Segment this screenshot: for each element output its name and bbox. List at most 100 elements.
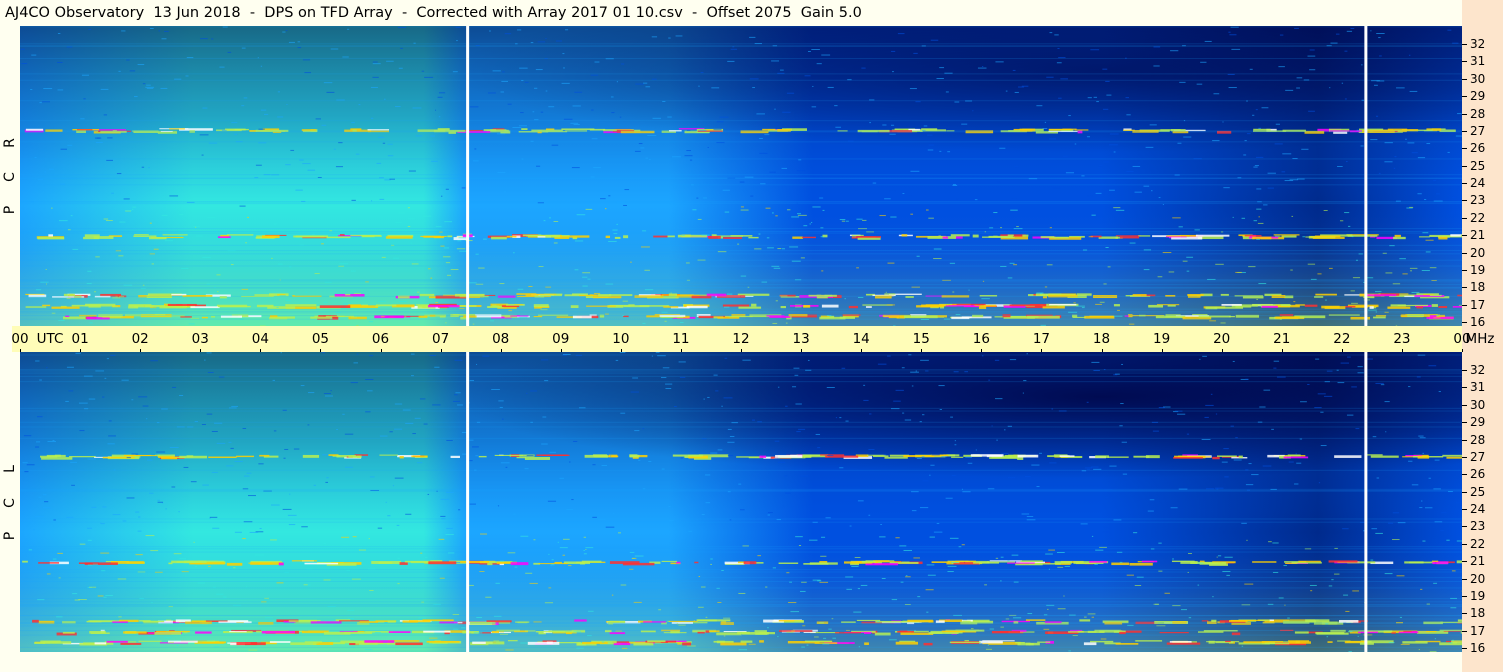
noise-speck — [382, 142, 386, 144]
noise-speck — [1074, 143, 1077, 145]
spectral-line — [20, 201, 1462, 203]
band-segment — [1339, 619, 1359, 623]
noise-speck — [364, 649, 373, 651]
noise-speck — [664, 320, 667, 322]
noise-speck — [573, 123, 580, 125]
noise-speck — [559, 477, 564, 479]
noise-speck — [809, 539, 818, 541]
noise-speck — [1302, 236, 1306, 238]
band-segment — [1460, 631, 1462, 634]
noise-speck — [624, 189, 630, 191]
band-segment — [51, 306, 80, 309]
noise-speck — [123, 198, 130, 200]
lcp-label-c: C — [2, 498, 18, 508]
noise-speck — [303, 584, 308, 586]
frequency-tick-mark — [1462, 509, 1467, 510]
band-segment — [663, 306, 679, 308]
band-segment — [751, 303, 757, 307]
noise-speck — [1196, 83, 1203, 85]
spectral-line — [20, 265, 1462, 267]
frequency-tick-mark — [1462, 130, 1467, 132]
noise-speck — [566, 508, 574, 510]
noise-speck — [613, 513, 615, 515]
noise-speck — [661, 377, 667, 379]
noise-speck — [297, 47, 302, 49]
noise-speck — [37, 178, 44, 180]
noise-speck — [936, 522, 940, 524]
noise-speck — [933, 531, 943, 533]
noise-speck — [928, 144, 935, 146]
noise-speck — [887, 262, 895, 264]
noise-speck — [1186, 270, 1190, 272]
noise-speck — [423, 423, 428, 425]
noise-speck — [519, 125, 528, 127]
noise-speck — [1194, 229, 1200, 231]
noise-speck — [379, 198, 385, 200]
noise-speck — [666, 305, 668, 307]
noise-speck — [533, 621, 542, 623]
band-segment — [720, 642, 747, 646]
noise-speck — [845, 220, 849, 222]
noise-speck — [1106, 94, 1112, 96]
noise-speck — [698, 576, 701, 578]
noise-speck — [1057, 566, 1064, 568]
noise-speck — [412, 433, 416, 435]
band-segment — [1370, 455, 1399, 458]
frequency-tick-mark — [1462, 422, 1467, 424]
spectral-line — [20, 646, 1462, 648]
band-segment — [1252, 561, 1277, 563]
noise-speck — [404, 316, 407, 318]
noise-speck — [1090, 49, 1100, 51]
band-segment — [740, 640, 753, 643]
band-segment — [1450, 234, 1462, 237]
spectral-line — [20, 372, 1462, 374]
noise-speck — [797, 213, 801, 215]
noise-speck — [730, 48, 738, 50]
noise-speck — [389, 431, 393, 433]
noise-speck — [1328, 267, 1333, 269]
noise-speck — [1058, 57, 1066, 59]
noise-speck — [534, 87, 538, 89]
noise-speck — [1409, 267, 1418, 269]
noise-speck — [775, 300, 778, 302]
noise-speck — [877, 363, 887, 365]
band-segment — [928, 620, 934, 623]
noise-speck — [686, 262, 690, 264]
noise-speck — [922, 480, 929, 482]
band-segment — [138, 640, 162, 642]
frequency-tick-label: 32 — [1470, 37, 1486, 51]
noise-speck — [153, 248, 159, 250]
noise-speck — [822, 209, 825, 211]
noise-speck — [314, 642, 319, 644]
noise-speck — [1158, 570, 1163, 572]
noise-speck — [149, 27, 154, 29]
band-segment — [884, 293, 896, 295]
noise-speck — [300, 385, 305, 387]
noise-speck — [33, 529, 36, 531]
noise-speck — [1152, 430, 1159, 432]
noise-speck — [301, 526, 308, 528]
band-segment — [133, 235, 157, 237]
noise-speck — [1091, 466, 1099, 468]
band-segment — [775, 454, 803, 458]
noise-speck — [1164, 592, 1170, 594]
noise-speck — [1310, 590, 1313, 592]
noise-speck — [885, 291, 887, 293]
noise-speck — [563, 67, 565, 69]
noise-speck — [101, 570, 106, 572]
noise-speck — [453, 628, 459, 630]
noise-speck — [795, 403, 802, 405]
noise-speck — [520, 535, 529, 537]
noise-speck — [492, 70, 501, 72]
noise-speck — [1396, 87, 1405, 89]
band-segment — [1391, 632, 1396, 634]
noise-speck — [1179, 81, 1186, 83]
noise-speck — [487, 92, 496, 94]
band-segment — [43, 641, 72, 644]
noise-speck — [271, 257, 273, 259]
noise-speck — [372, 61, 378, 63]
noise-speck — [1420, 588, 1423, 590]
noise-speck — [989, 512, 991, 514]
noise-speck — [1000, 227, 1003, 229]
band-segment — [923, 642, 933, 646]
